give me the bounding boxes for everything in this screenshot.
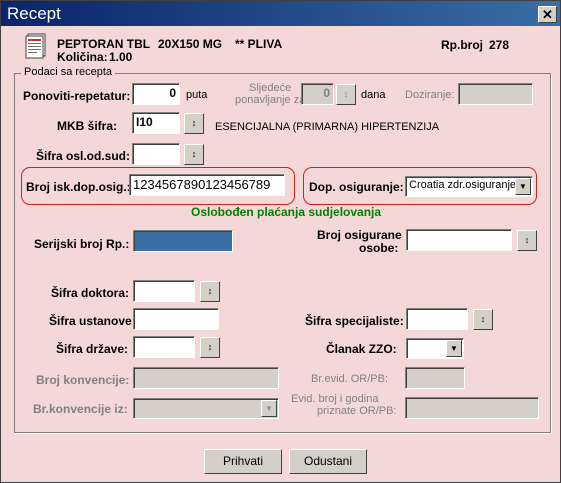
evid-number-input[interactable] (405, 367, 465, 389)
repeat-unit: puta (186, 89, 208, 101)
spinner-updown-icon: ↕ (524, 235, 530, 245)
specialist-code-input[interactable] (406, 308, 468, 330)
quantity-value: 1.00 (109, 50, 133, 64)
recept-window: Recept ✕ PEPTORAN TBL 20X150 MG ** PLIVA… (0, 0, 561, 483)
group-label: Podaci sa recepta (21, 66, 116, 78)
evid-year-label-1: Evid. broj i godina (291, 393, 379, 405)
spinner-updown-icon: ↕ (343, 89, 349, 99)
next-repeat-label-1: Sljedeće (249, 82, 292, 94)
zzo-article-select[interactable]: ▼ (406, 338, 464, 359)
evid-year-label-2: priznate OR/PB: (317, 405, 397, 417)
institution-code-label: Šifra ustanove: (49, 314, 136, 328)
court-code-label: Šifra osl.od.sud: (36, 149, 131, 163)
spinner-updown-icon: ↕ (191, 118, 197, 128)
rp-label: Rp.broj (441, 38, 483, 52)
doctor-code-label: Šifra doktora: (51, 286, 130, 300)
spinner-updown-icon: ↕ (480, 314, 486, 324)
cancel-button-label: Odustani (303, 454, 353, 468)
dosing-input[interactable] (458, 83, 533, 105)
quantity-label: Količina: (57, 50, 108, 64)
zzo-article-label: Članak ZZO: (326, 342, 397, 356)
chevron-down-icon[interactable]: ▼ (446, 340, 462, 357)
convention-number-label: Broj konvencije: (36, 373, 130, 387)
insured-lookup-button[interactable]: ↕ (517, 230, 537, 251)
accept-button-label: Prihvati (222, 454, 263, 468)
accept-button[interactable]: Prihvati (204, 449, 282, 474)
evid-number-label: Br.evid. OR/PB: (311, 373, 389, 385)
chevron-down-icon[interactable]: ▼ (261, 400, 277, 417)
extra-insurance-number-label: Broj isk.dop.osig.: (26, 180, 131, 194)
next-repeat-unit: dana (361, 89, 386, 101)
next-repeat-lookup-button[interactable]: ↕ (336, 84, 356, 105)
institution-code-input[interactable] (133, 308, 219, 330)
next-repeat-input[interactable]: 0 (301, 83, 334, 105)
close-icon: ✕ (542, 7, 553, 22)
specialist-code-label: Šifra specijaliste: (305, 314, 404, 328)
rp-number: 278 (489, 38, 510, 52)
insured-label-2: osobe: (359, 241, 399, 255)
mkb-lookup-button[interactable]: ↕ (184, 113, 204, 134)
close-button[interactable]: ✕ (538, 6, 557, 23)
country-code-input[interactable] (133, 336, 195, 358)
extra-insurance-label: Dop. osiguranje: (309, 180, 404, 194)
doctor-code-input[interactable] (133, 280, 195, 302)
insured-label-1: Broj osigurane (317, 228, 402, 242)
spinner-updown-icon: ↕ (207, 286, 213, 296)
court-code-input[interactable] (132, 143, 180, 165)
insured-input[interactable] (406, 229, 512, 251)
specialist-code-lookup-button[interactable]: ↕ (473, 309, 493, 330)
convention-number-input[interactable] (133, 367, 279, 389)
chevron-down-icon[interactable]: ▼ (515, 178, 531, 195)
court-code-lookup-button[interactable]: ↕ (184, 144, 204, 165)
mkb-input[interactable]: I10 (132, 112, 180, 134)
doctor-code-lookup-button[interactable]: ↕ (200, 281, 220, 302)
drug-dose: 20X150 MG (158, 37, 223, 51)
dosing-label: Doziranje: (405, 89, 455, 101)
serial-input[interactable] (133, 230, 233, 252)
drug-maker: ** PLIVA (235, 37, 283, 51)
evid-year-input[interactable] (405, 397, 539, 419)
extra-insurance-select-value: Croatia zdr.osiguranje (409, 179, 517, 191)
repeat-input[interactable]: 0 (132, 83, 180, 105)
convention-from-label: Br.konvencije iz: (33, 402, 128, 416)
serial-label: Serijski broj Rp.: (34, 237, 130, 251)
document-stack-icon (25, 33, 46, 59)
extra-insurance-number-input[interactable]: 1234567890123456789 (129, 174, 285, 196)
drug-name: PEPTORAN TBL (57, 37, 151, 51)
title-bar: Recept ✕ (1, 1, 560, 26)
extra-insurance-select[interactable]: Croatia zdr.osiguranje ▼ (405, 176, 533, 197)
country-code-label: Šifra države: (56, 342, 129, 356)
repeat-label: Ponoviti-repetatur: (23, 89, 131, 103)
country-code-lookup-button[interactable]: ↕ (200, 337, 220, 358)
spinner-updown-icon: ↕ (207, 342, 213, 352)
mkb-description: ESENCIJALNA (PRIMARNA) HIPERTENZIJA (215, 121, 440, 133)
spinner-updown-icon: ↕ (191, 149, 197, 159)
convention-from-select[interactable]: ▼ (133, 398, 279, 419)
window-title: Recept (7, 4, 61, 23)
cancel-button[interactable]: Odustani (289, 449, 367, 474)
exempt-note: Oslobođen plaćanja sudjelovanja (191, 205, 382, 219)
next-repeat-label-2: ponavljanje za: (235, 94, 309, 106)
mkb-label: MKB šifra: (57, 119, 118, 133)
